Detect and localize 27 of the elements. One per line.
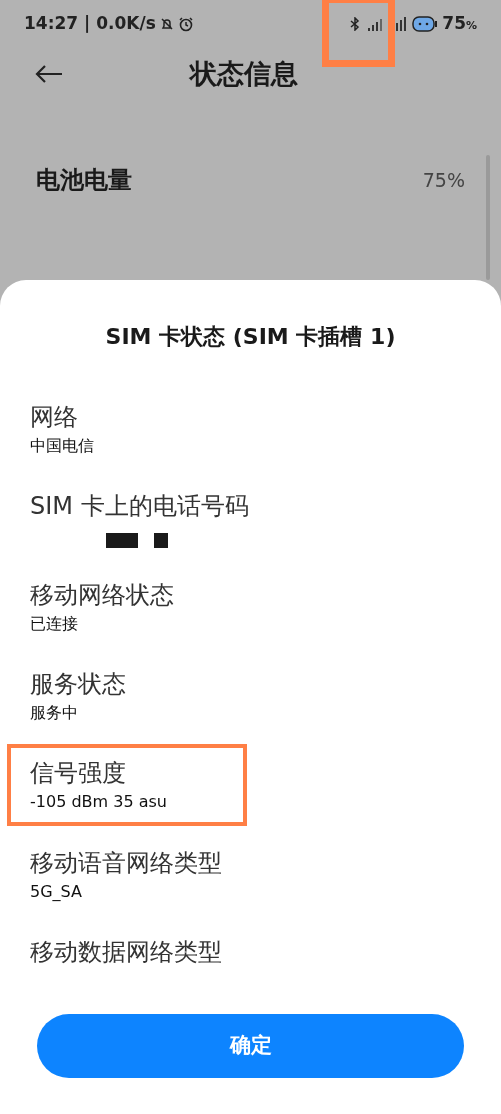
item-value: 已连接 [30, 614, 79, 635]
item-label: 移动网络状态 [30, 580, 174, 611]
battery-percent: 75 [442, 12, 466, 36]
item-label: 信号强度 [30, 758, 127, 789]
item-value: -105 dBm 35 asu [30, 792, 167, 813]
page-title: 状态信息 [190, 56, 298, 91]
redaction-block [154, 532, 168, 548]
confirm-button[interactable]: 确定 [37, 1014, 464, 1079]
item-value: 服务中 [30, 703, 79, 724]
battery-icon [412, 16, 439, 32]
back-icon [34, 64, 64, 84]
sheet-title: SIM 卡状态 (SIM 卡插槽 1) [105, 323, 396, 351]
percent-sign: % [465, 19, 477, 35]
item-label: SIM 卡上的电话号码 [30, 490, 249, 521]
row-value: 75% [422, 167, 465, 193]
row-label: 电池电量 [36, 165, 132, 196]
item-label: 网络 [30, 401, 79, 432]
redaction-block [106, 532, 138, 548]
item-value: 5G_SA [30, 881, 83, 902]
item-label: 服务状态 [30, 669, 126, 700]
status-time: 14:27 | 0.0K/s [24, 12, 156, 36]
alarm-icon [177, 16, 194, 32]
mute-icon [159, 17, 174, 31]
item-label: 移动数据网络类型 [30, 936, 222, 967]
bluetooth-icon [350, 17, 361, 31]
item-label: 移动语音网络类型 [30, 847, 222, 878]
item-value: 中国电信 [30, 435, 94, 456]
